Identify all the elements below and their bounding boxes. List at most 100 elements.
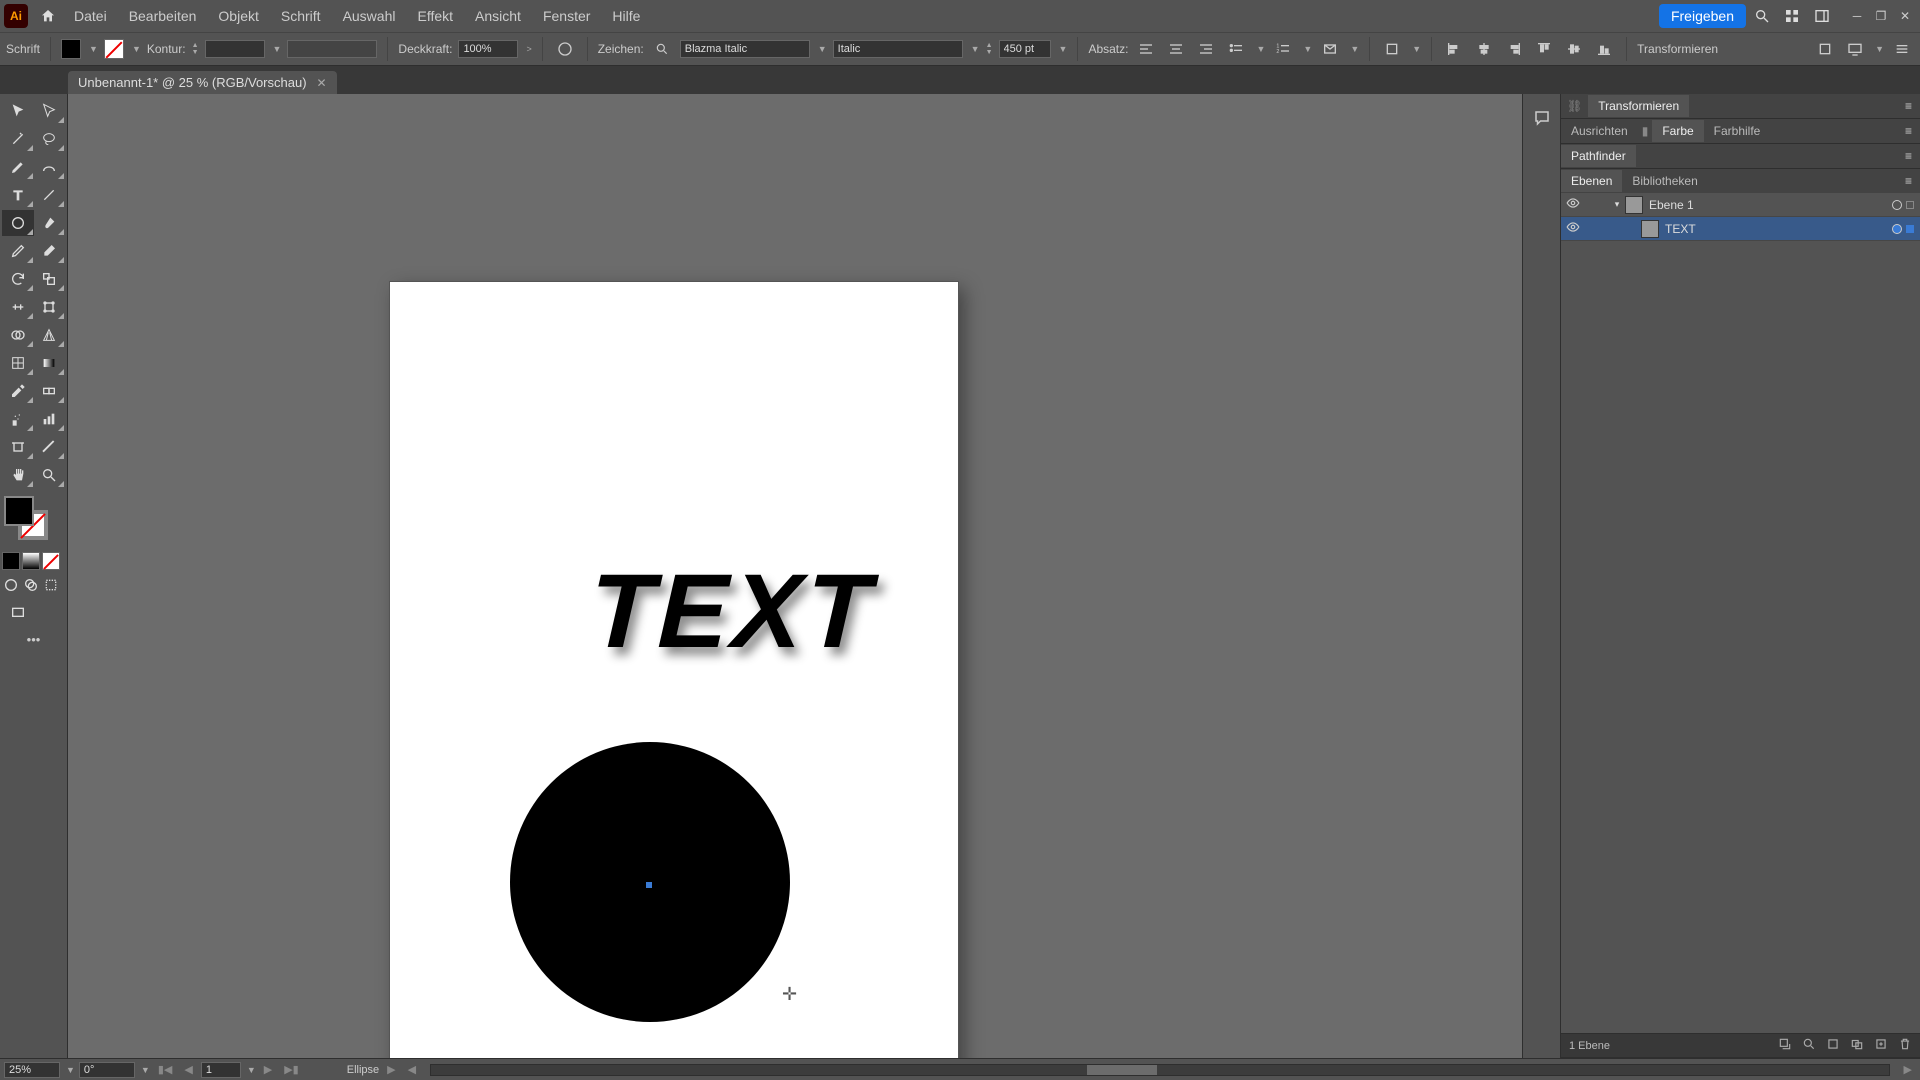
magic-wand-tool[interactable] bbox=[2, 126, 34, 152]
locate-layer-button[interactable] bbox=[1802, 1037, 1816, 1054]
scroll-right-button[interactable]: ▶ bbox=[1900, 1063, 1916, 1076]
next-artboard-button[interactable]: ▶ bbox=[260, 1063, 276, 1076]
mesh-tool[interactable] bbox=[2, 350, 34, 376]
expand-toggle[interactable]: ▾ bbox=[1609, 199, 1625, 210]
horizontal-scrollbar[interactable] bbox=[430, 1064, 1889, 1076]
artboard-tool[interactable] bbox=[2, 434, 34, 460]
layer-name[interactable]: Ebene 1 bbox=[1649, 198, 1694, 212]
chevron-down-icon[interactable]: ▼ bbox=[273, 44, 282, 54]
hand-tool[interactable] bbox=[2, 462, 34, 488]
make-clip-button[interactable] bbox=[1826, 1037, 1840, 1054]
edit-toolbar[interactable]: ••• bbox=[2, 632, 65, 647]
layer-row-ebene1[interactable]: ▾ Ebene 1 bbox=[1561, 193, 1920, 217]
artboard-number-input[interactable] bbox=[201, 1062, 241, 1078]
menu-bearbeiten[interactable]: Bearbeiten bbox=[119, 2, 207, 30]
minimize-button[interactable]: ─ bbox=[1846, 7, 1868, 25]
close-button[interactable]: ✕ bbox=[1894, 7, 1916, 25]
artboard-text-object[interactable]: TEXT bbox=[588, 552, 877, 672]
type-tool[interactable] bbox=[2, 182, 34, 208]
zoom-input[interactable] bbox=[4, 1062, 60, 1078]
fill-color[interactable] bbox=[4, 496, 34, 526]
stroke-style-input[interactable] bbox=[287, 40, 377, 58]
tab-color[interactable]: Farbe bbox=[1652, 120, 1703, 142]
tab-transform[interactable]: Transformieren bbox=[1588, 95, 1689, 117]
graph-tool[interactable] bbox=[34, 406, 66, 432]
zoom-tool[interactable] bbox=[34, 462, 66, 488]
opacity-input[interactable] bbox=[458, 40, 518, 58]
target-button[interactable] bbox=[1892, 224, 1902, 234]
valign-middle-button[interactable] bbox=[1562, 37, 1586, 61]
curvature-tool[interactable] bbox=[34, 154, 66, 180]
selection-tool[interactable] bbox=[2, 98, 34, 124]
rotation-input[interactable] bbox=[79, 1062, 135, 1078]
locate-button[interactable] bbox=[1778, 1037, 1792, 1054]
chevron-down-icon[interactable]: ▼ bbox=[141, 1065, 150, 1075]
tool-hint-caret[interactable]: ▶ bbox=[383, 1063, 399, 1076]
restore-button[interactable]: ❐ bbox=[1870, 7, 1892, 25]
draw-behind[interactable] bbox=[22, 576, 40, 594]
target-button[interactable] bbox=[1892, 200, 1902, 210]
arrange-docs-button[interactable] bbox=[1778, 2, 1806, 30]
halign-left-button[interactable] bbox=[1442, 37, 1466, 61]
eraser-tool[interactable] bbox=[34, 238, 66, 264]
layer-row-text[interactable]: TEXT bbox=[1561, 217, 1920, 241]
symbol-sprayer-tool[interactable] bbox=[2, 406, 34, 432]
scroll-thumb[interactable] bbox=[1087, 1065, 1157, 1075]
scale-tool[interactable] bbox=[34, 266, 66, 292]
chevron-down-icon[interactable]: ▼ bbox=[1875, 44, 1884, 54]
valign-top-button[interactable] bbox=[1532, 37, 1556, 61]
direct-selection-tool[interactable] bbox=[34, 98, 66, 124]
last-artboard-button[interactable]: ▶▮ bbox=[280, 1063, 303, 1076]
chevron-down-icon[interactable]: > bbox=[526, 44, 531, 54]
chevron-down-icon[interactable]: ▼ bbox=[818, 44, 827, 54]
canvas[interactable]: TEXT ✛ bbox=[68, 94, 1522, 1058]
halign-right-button[interactable] bbox=[1502, 37, 1526, 61]
valign-bottom-button[interactable] bbox=[1592, 37, 1616, 61]
panel-menu-button[interactable]: ≡ bbox=[1897, 149, 1920, 163]
stroke-stepper[interactable]: ▲▼ bbox=[192, 42, 199, 56]
pen-tool[interactable] bbox=[2, 154, 34, 180]
draw-inside[interactable] bbox=[42, 576, 60, 594]
stroke-input[interactable] bbox=[205, 40, 265, 58]
new-sublayer-button[interactable] bbox=[1850, 1037, 1864, 1054]
fill-stroke-control[interactable] bbox=[4, 496, 64, 548]
width-tool[interactable] bbox=[2, 294, 34, 320]
chevron-down-icon[interactable]: ▼ bbox=[971, 44, 980, 54]
free-transform-tool[interactable] bbox=[34, 294, 66, 320]
none-mode-swatch[interactable] bbox=[42, 552, 60, 570]
panel-menu-button[interactable]: ≡ bbox=[1897, 99, 1920, 113]
close-tab-button[interactable]: ✕ bbox=[317, 76, 327, 90]
chevron-down-icon[interactable]: ▼ bbox=[89, 44, 98, 54]
chevron-down-icon[interactable]: ▼ bbox=[1256, 44, 1265, 54]
tab-align[interactable]: Ausrichten bbox=[1561, 120, 1638, 142]
menu-objekt[interactable]: Objekt bbox=[208, 2, 268, 30]
number-list-button[interactable]: 12 bbox=[1271, 37, 1295, 61]
visibility-toggle[interactable] bbox=[1561, 196, 1585, 213]
workspace-button[interactable] bbox=[1808, 2, 1836, 30]
draw-normal[interactable] bbox=[2, 576, 20, 594]
chevron-down-icon[interactable]: ▼ bbox=[1350, 44, 1359, 54]
gpu-preview-button[interactable] bbox=[1843, 37, 1867, 61]
shape-builder-tool[interactable] bbox=[2, 322, 34, 348]
perspective-tool[interactable] bbox=[34, 322, 66, 348]
chevron-down-icon[interactable]: ▼ bbox=[1303, 44, 1312, 54]
fill-swatch[interactable] bbox=[61, 39, 81, 59]
stroke-swatch[interactable] bbox=[104, 39, 124, 59]
slice-tool[interactable] bbox=[34, 434, 66, 460]
tab-layers[interactable]: Ebenen bbox=[1561, 170, 1622, 192]
isolate-button[interactable] bbox=[1813, 37, 1837, 61]
recolor-button[interactable] bbox=[553, 37, 577, 61]
align-left-button[interactable] bbox=[1134, 37, 1158, 61]
menu-fenster[interactable]: Fenster bbox=[533, 2, 600, 30]
size-stepper[interactable]: ▲▼ bbox=[986, 42, 993, 56]
share-button[interactable]: Freigeben bbox=[1659, 4, 1746, 28]
shape-tool[interactable] bbox=[2, 210, 34, 236]
line-tool[interactable] bbox=[34, 182, 66, 208]
menu-effekt[interactable]: Effekt bbox=[407, 2, 463, 30]
new-layer-button[interactable] bbox=[1874, 1037, 1888, 1054]
chevron-down-icon[interactable]: ▼ bbox=[132, 44, 141, 54]
chevron-down-icon[interactable]: ▼ bbox=[247, 1065, 256, 1075]
document-tab[interactable]: Unbenannt-1* @ 25 % (RGB/Vorschau) ✕ bbox=[68, 71, 337, 94]
font-size-input[interactable] bbox=[999, 40, 1051, 58]
menu-datei[interactable]: Datei bbox=[64, 2, 117, 30]
